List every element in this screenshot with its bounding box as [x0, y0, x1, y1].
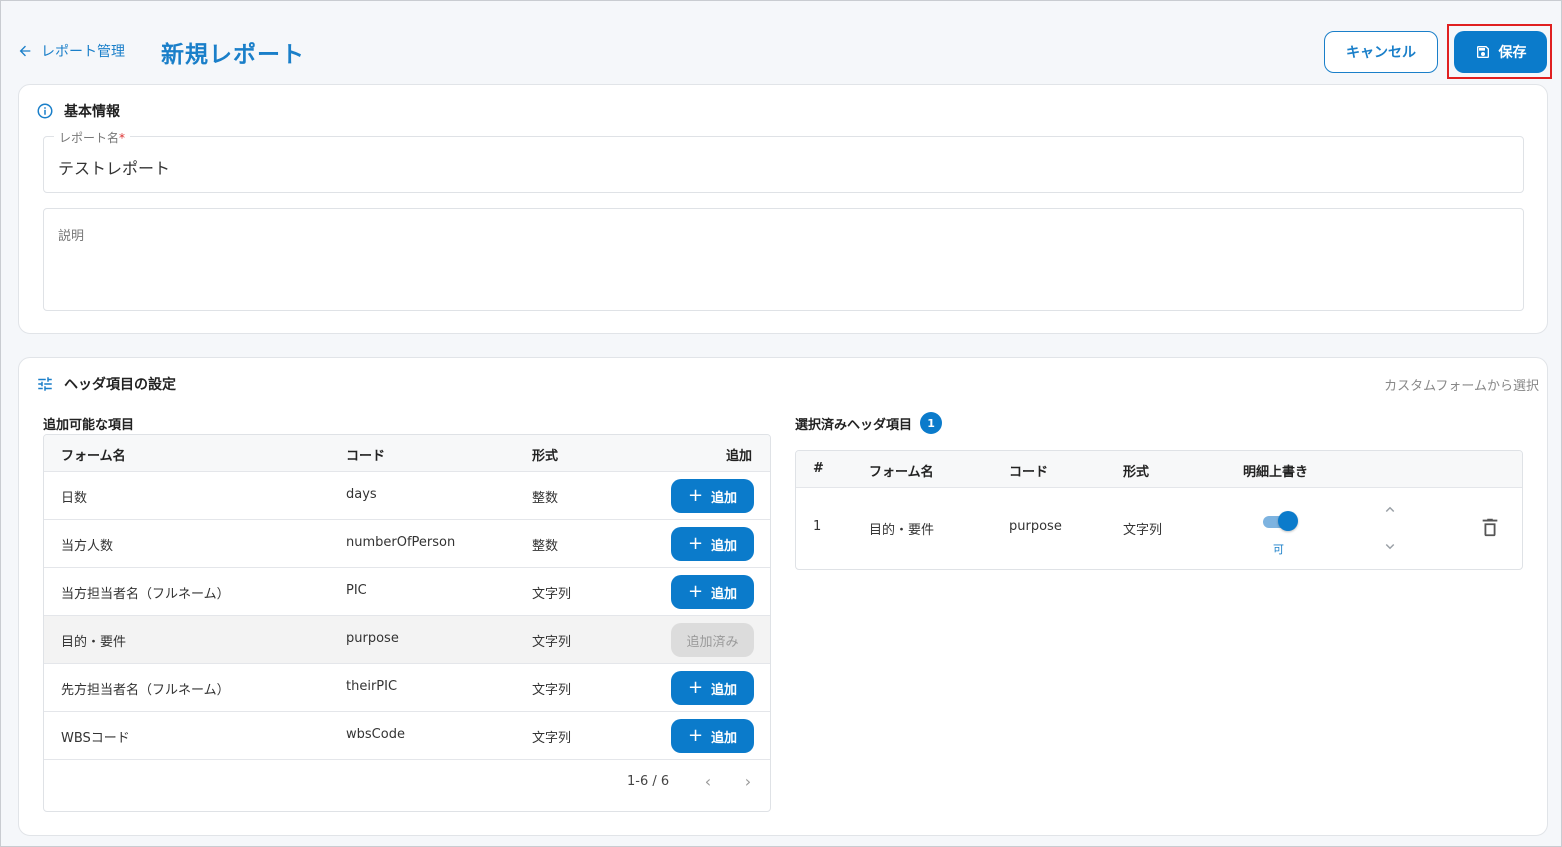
header-settings-card: ヘッダ項目の設定 カスタムフォームから選択 追加可能な項目 フォーム名 コード … — [18, 357, 1548, 836]
row-code: theirPIC — [346, 679, 398, 694]
plus-icon: + — [687, 725, 704, 746]
row-form-name: 目的・要件 — [869, 523, 935, 538]
row-format: 文字列 — [532, 587, 572, 602]
column-header-form-name: フォーム名 — [61, 449, 126, 464]
header-settings-header: ヘッダ項目の設定 — [36, 374, 176, 394]
basic-info-header: 基本情報 — [36, 101, 120, 121]
row-form-name: 先方担当者名（フルネーム） — [61, 683, 230, 698]
back-link-label: レポート管理 — [41, 44, 125, 60]
info-icon — [37, 103, 53, 119]
plus-icon: + — [687, 485, 704, 506]
plus-icon: + — [687, 677, 704, 698]
row-form-name: 当方担当者名（フルネーム） — [61, 587, 230, 602]
row-code: purpose — [1009, 519, 1062, 534]
column-header-form-name: フォーム名 — [869, 465, 934, 480]
report-name-label: レポート名 — [59, 131, 120, 145]
add-button-label: 追加 — [711, 682, 738, 698]
column-header-format: 形式 — [1123, 465, 1150, 480]
table-row: 先方担当者名（フルネーム） theirPIC 文字列 + 追加 — [44, 664, 770, 712]
back-link[interactable]: レポート管理 — [17, 41, 125, 61]
column-header-add: 追加 — [726, 449, 753, 464]
add-button[interactable]: + 追加 — [671, 719, 754, 753]
column-header-code: コード — [1009, 465, 1049, 480]
add-button-label: 追加 — [711, 490, 738, 506]
selected-items-title: 選択済みヘッダ項目 — [795, 417, 913, 433]
required-marker: * — [119, 131, 126, 145]
top-bar: レポート管理 新規レポート キャンセル 保存 — [1, 1, 1562, 85]
tune-icon — [38, 377, 52, 391]
row-form-name: 日数 — [61, 491, 88, 506]
column-header-override: 明細上書き — [1243, 465, 1309, 480]
column-header-code: コード — [346, 449, 386, 464]
table-row: 当方担当者名（フルネーム） PIC 文字列 + 追加 — [44, 568, 770, 616]
toggle-knob — [1278, 511, 1298, 531]
custom-form-link[interactable]: カスタムフォームから選択 — [1384, 375, 1539, 394]
override-label: 可 — [1273, 543, 1284, 556]
basic-info-title: 基本情報 — [64, 104, 120, 120]
table-row: 1 目的・要件 purpose 文字列 可 — [796, 488, 1522, 569]
available-items-title: 追加可能な項目 — [43, 418, 135, 433]
chevron-down-icon[interactable] — [1381, 537, 1399, 555]
save-button[interactable]: 保存 — [1454, 31, 1547, 73]
save-button-label: 保存 — [1498, 45, 1527, 61]
add-button[interactable]: + 追加 — [671, 671, 754, 705]
row-code: wbsCode — [346, 727, 405, 742]
override-toggle[interactable] — [1261, 510, 1299, 532]
chevron-up-icon[interactable] — [1381, 501, 1399, 519]
row-code: PIC — [346, 583, 367, 598]
selected-items-table: # フォーム名 コード 形式 明細上書き 1 目的・要件 purpose 文字列… — [795, 450, 1523, 570]
available-table-header: フォーム名 コード 形式 追加 — [44, 435, 770, 472]
row-format: 整数 — [532, 491, 559, 506]
column-header-index: # — [813, 461, 824, 476]
row-form-name: WBSコード — [61, 731, 130, 746]
row-code: days — [346, 487, 377, 502]
added-button: 追加済み — [671, 623, 754, 657]
row-index: 1 — [813, 519, 822, 534]
add-button-label: 追加 — [711, 730, 738, 746]
table-row: 当方人数 numberOfPerson 整数 + 追加 — [44, 520, 770, 568]
table-row: 日数 days 整数 + 追加 — [44, 472, 770, 520]
row-format: 文字列 — [1123, 523, 1163, 538]
row-form-name: 当方人数 — [61, 539, 114, 554]
plus-icon: + — [687, 581, 704, 602]
chevron-left-icon[interactable]: ‹ — [698, 771, 718, 791]
trash-icon[interactable] — [1479, 516, 1501, 538]
row-format: 文字列 — [532, 683, 572, 698]
add-button-label: 追加 — [711, 538, 738, 554]
description-field[interactable]: 説明 — [43, 208, 1524, 311]
description-label: 説明 — [58, 229, 85, 244]
floppy-disk-icon — [1476, 46, 1489, 58]
column-header-format: 形式 — [532, 449, 559, 464]
row-format: 文字列 — [532, 731, 572, 746]
row-code: numberOfPerson — [346, 535, 456, 550]
row-format: 文字列 — [532, 635, 572, 650]
table-row: WBSコード wbsCode 文字列 + 追加 — [44, 712, 770, 760]
add-button-label: 追加 — [711, 586, 738, 602]
report-name-value: テストレポート — [58, 159, 171, 178]
add-button[interactable]: + 追加 — [671, 479, 754, 513]
plus-icon: + — [687, 533, 704, 554]
selected-count-badge: 1 — [920, 412, 943, 434]
chevron-right-icon[interactable]: › — [738, 771, 758, 791]
table-row: 目的・要件 purpose 文字列 追加済み — [44, 616, 770, 664]
header-settings-title: ヘッダ項目の設定 — [64, 377, 176, 393]
row-code: purpose — [346, 631, 399, 646]
cancel-button[interactable]: キャンセル — [1324, 31, 1438, 73]
pagination-info: 1-6 / 6 — [627, 774, 670, 789]
available-items-table: フォーム名 コード 形式 追加 日数 days 整数 + 追加 当方人数 numb… — [43, 434, 771, 812]
report-name-label-wrap: レポート名* — [54, 129, 131, 146]
selected-items-title-wrap: 選択済みヘッダ項目 1 — [795, 412, 943, 434]
row-form-name: 目的・要件 — [61, 635, 127, 650]
page-title: 新規レポート — [161, 42, 305, 68]
basic-info-card: 基本情報 レポート名* テストレポート 説明 — [18, 84, 1548, 334]
report-name-field[interactable]: レポート名* テストレポート — [43, 129, 1524, 193]
arrow-left-icon — [19, 45, 31, 57]
add-button[interactable]: + 追加 — [671, 575, 754, 609]
selected-table-header: # フォーム名 コード 形式 明細上書き — [796, 451, 1522, 488]
row-format: 整数 — [532, 539, 559, 554]
add-button[interactable]: + 追加 — [671, 527, 754, 561]
